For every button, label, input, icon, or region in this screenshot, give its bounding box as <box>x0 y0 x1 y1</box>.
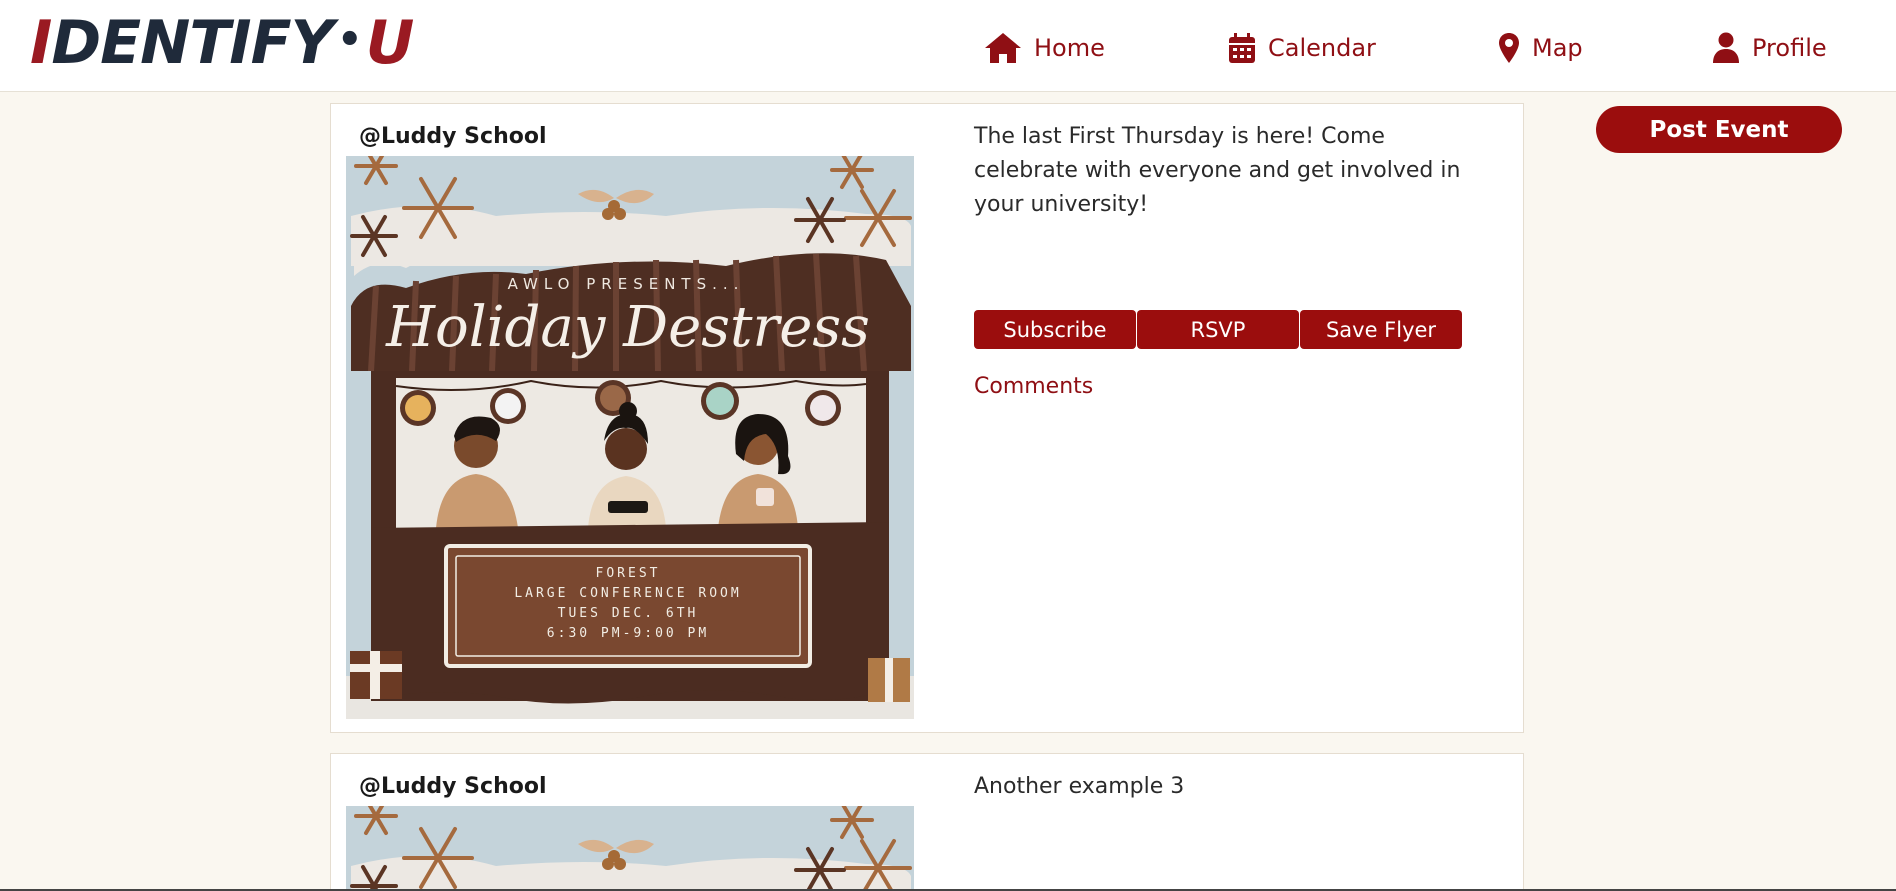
post-actions: Subscribe RSVP Save Flyer <box>974 310 1462 349</box>
nav-home[interactable]: Home <box>984 26 1105 70</box>
nav-home-label: Home <box>1034 34 1105 62</box>
rsvp-button[interactable]: RSVP <box>1137 310 1299 349</box>
comments-link[interactable]: Comments <box>974 374 1093 399</box>
nav-calendar[interactable]: Calendar <box>1228 26 1376 70</box>
event-flyer-image[interactable]: FOREST LARGE CONFERENCE ROOM TUES DEC. 6… <box>346 156 914 719</box>
nav-profile[interactable]: Profile <box>1712 26 1827 70</box>
flyer-detail-location: FOREST <box>596 566 661 581</box>
post-description: Another example 3 <box>974 774 1185 799</box>
flyer-detail-room: LARGE CONFERENCE ROOM <box>514 586 741 601</box>
logo-letter-i: I <box>30 8 52 78</box>
post-author[interactable]: @Luddy School <box>359 774 547 799</box>
nav-profile-label: Profile <box>1752 34 1827 62</box>
subscribe-button[interactable]: Subscribe <box>974 310 1136 349</box>
flyer-title: Holiday Destress <box>385 295 870 360</box>
flyer-presenter: AWLO PRESENTS... <box>508 275 745 293</box>
map-pin-icon <box>1499 33 1519 63</box>
home-icon <box>985 33 1021 63</box>
event-post-card: @Luddy School Another example 3 <box>330 753 1524 891</box>
calendar-icon <box>1229 33 1255 63</box>
top-navbar: I DENTIFY • U Home Calendar Map Profile <box>0 0 1896 92</box>
logo-letter-u: U <box>365 8 415 78</box>
identify-u-logo[interactable]: I DENTIFY • U <box>30 8 415 78</box>
logo-text: DENTIFY <box>51 8 334 78</box>
save-flyer-button[interactable]: Save Flyer <box>1300 310 1462 349</box>
nav-calendar-label: Calendar <box>1268 34 1376 62</box>
user-icon <box>1713 32 1739 63</box>
post-event-button[interactable]: Post Event <box>1596 106 1842 153</box>
event-flyer-image[interactable] <box>346 806 914 891</box>
post-description: The last First Thursday is here! Come ce… <box>974 124 1461 217</box>
post-author[interactable]: @Luddy School <box>359 124 547 149</box>
flyer-detail-date: TUES DEC. 6TH <box>558 606 699 621</box>
flyer-detail-time: 6:30 PM-9:00 PM <box>547 626 709 641</box>
event-post-card: @Luddy School FOREST LARGE CONFERENCE RO… <box>330 103 1524 733</box>
nav-map-label: Map <box>1532 34 1583 62</box>
logo-dot: • <box>337 17 363 63</box>
nav-map[interactable]: Map <box>1498 26 1583 70</box>
